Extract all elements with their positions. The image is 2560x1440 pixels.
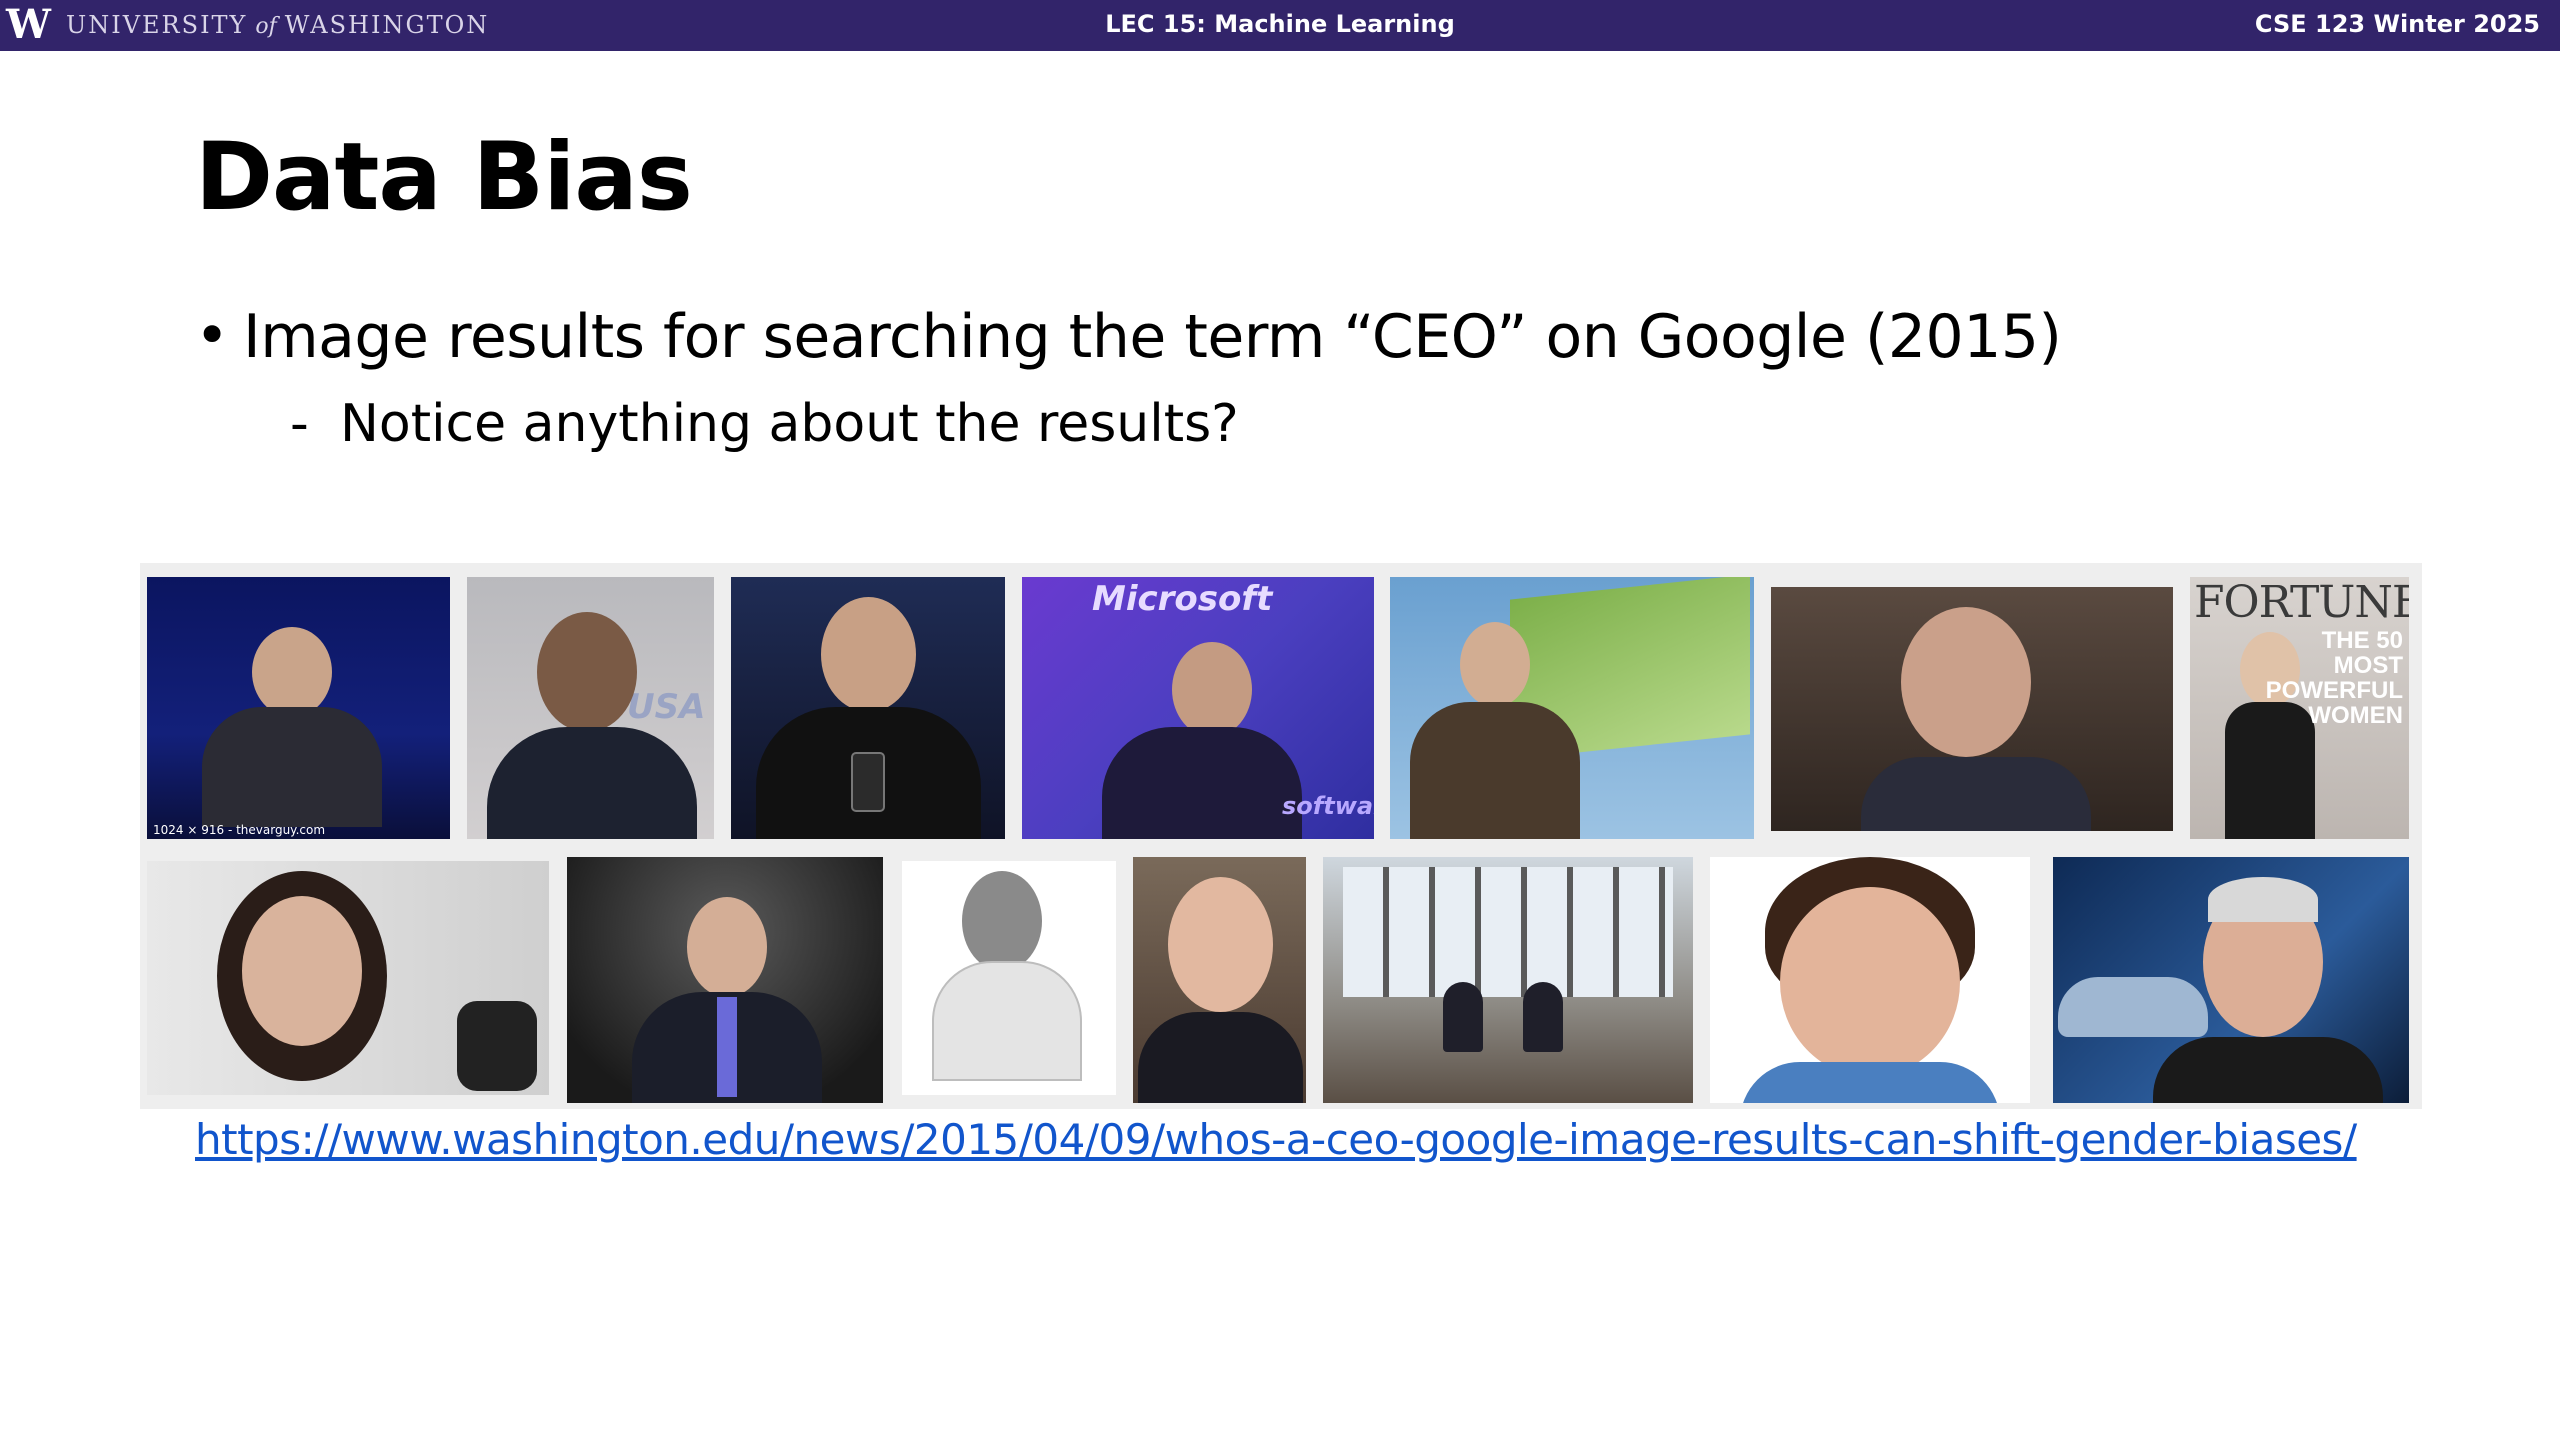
logo-letter-shape: [457, 1001, 537, 1091]
slide-title: Data Bias: [195, 123, 693, 232]
result-image-ceo-lobby: [1323, 857, 1693, 1103]
suit-shape: [1138, 1012, 1303, 1103]
person-head: [537, 612, 637, 732]
sub-bullet-marker: -: [290, 394, 309, 454]
suit-shape: [1410, 702, 1580, 839]
fortune-masthead: FORTUNE: [2194, 577, 2409, 628]
result-image-ceo-microsoft: Microsoft software: [1022, 577, 1374, 839]
microsoft-logo-text: Microsoft: [1092, 579, 1273, 619]
course-name: CSE 123 Winter 2025: [2254, 10, 2540, 38]
result-image-ceo-stage-2: [567, 857, 883, 1103]
shirt-shape: [932, 961, 1082, 1081]
bullet-text: Image results for searching the term “CE…: [243, 302, 2062, 372]
person-seated-2: [1523, 982, 1563, 1052]
source-link[interactable]: https://www.washington.edu/news/2015/04/…: [195, 1112, 2357, 1168]
result-image-ceo-bw: [902, 861, 1116, 1095]
person-head: [1460, 622, 1530, 707]
result-image-ceo-portrait-1: USA: [467, 577, 714, 839]
image-results-grid: 1024 × 916 - thevarguy.com USA Microsoft…: [140, 563, 2422, 1109]
result-image-ceo-smiling: [1710, 857, 2030, 1103]
person-head: [687, 897, 767, 997]
result-image-ceo-speaking: [1771, 587, 2173, 831]
person-head: [962, 871, 1042, 971]
fortune-line-2: MOST: [2333, 652, 2403, 679]
software-text: software: [1282, 792, 1374, 820]
fortune-line-3: POWERFUL: [2265, 677, 2403, 704]
window-panes: [1343, 867, 1673, 997]
suit-shape: [1102, 727, 1302, 839]
person-head: [1168, 877, 1273, 1012]
suit-shape: [202, 707, 382, 827]
person-head: [1901, 607, 2031, 757]
person-head: [242, 896, 362, 1046]
person-head: [821, 597, 916, 712]
header-bar: W UNIVERSITY of WASHINGTON LEC 15: Machine…: [0, 0, 2560, 51]
fortune-line-1: THE 50: [2321, 627, 2403, 654]
person-silhouette: [252, 627, 332, 717]
result-image-ceo-car: [2053, 857, 2409, 1103]
result-image-fortune-cover: FORTUNE THE 50 MOST POWERFUL WOMEN: [2190, 577, 2409, 839]
suit-shape: [487, 727, 697, 839]
result-image-ceo-stage: 1024 × 916 - thevarguy.com: [147, 577, 450, 839]
lecture-title: LEC 15: Machine Learning: [1105, 10, 1455, 38]
dress-shape: [2225, 702, 2315, 839]
result-image-ceo-phone: [731, 577, 1005, 839]
result-image-ceo-presentation: [1390, 577, 1754, 839]
bullet-marker: •: [195, 301, 230, 369]
car-shape: [2058, 977, 2208, 1037]
hair-shape: [2208, 877, 2318, 922]
tie-shape: [717, 997, 737, 1097]
fortune-line-4: WOMEN: [2308, 702, 2403, 729]
image-caption: 1024 × 916 - thevarguy.com: [153, 823, 326, 837]
result-image-ceo-headshot: [1133, 857, 1306, 1103]
usa-logo-text: USA: [627, 687, 706, 727]
person-head: [1780, 887, 1960, 1077]
suit-shape: [2153, 1037, 2383, 1103]
phone-shape: [851, 752, 885, 812]
sub-bullet-text: Notice anything about the results?: [340, 394, 1239, 454]
shirt-shape: [1740, 1062, 2000, 1103]
person-seated-1: [1443, 982, 1483, 1052]
result-image-ceo-woman: [147, 861, 549, 1095]
suit-shape: [1861, 757, 2091, 831]
person-head: [1172, 642, 1252, 737]
